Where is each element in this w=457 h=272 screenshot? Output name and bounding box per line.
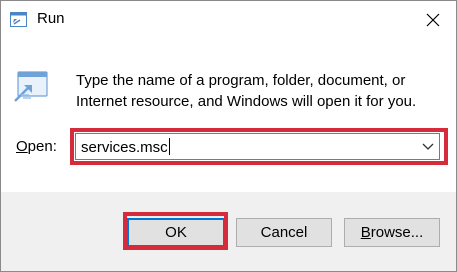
- instruction-line-1: Type the name of a program, folder, docu…: [76, 72, 406, 89]
- run-icon: [14, 71, 48, 102]
- text-cursor: [168, 138, 170, 155]
- browse-button[interactable]: Browse...: [344, 218, 440, 247]
- close-icon: [426, 13, 440, 27]
- browse-accelerator: B: [360, 224, 371, 241]
- close-button[interactable]: [410, 1, 456, 39]
- ok-button[interactable]: OK: [127, 218, 225, 247]
- instruction-line-2: Internet resource, and Windows will open…: [76, 93, 417, 110]
- window-title: Run: [37, 10, 65, 27]
- run-dialog: Run Type the name of a program, folder, …: [0, 0, 457, 272]
- chevron-down-icon[interactable]: [422, 143, 434, 151]
- open-input[interactable]: services.msc: [81, 138, 170, 156]
- run-app-icon: [10, 12, 27, 27]
- instruction-text: Type the name of a program, folder, docu…: [76, 70, 446, 112]
- open-combobox[interactable]: services.msc: [75, 133, 440, 160]
- open-label: Open:: [16, 138, 57, 155]
- open-label-rest: pen:: [27, 138, 57, 155]
- title-bar: Run: [1, 1, 456, 39]
- cancel-button[interactable]: Cancel: [236, 218, 332, 247]
- open-input-value: services.msc: [81, 139, 168, 156]
- open-label-accelerator: O: [16, 138, 28, 155]
- browse-label-rest: rowse...: [370, 224, 424, 241]
